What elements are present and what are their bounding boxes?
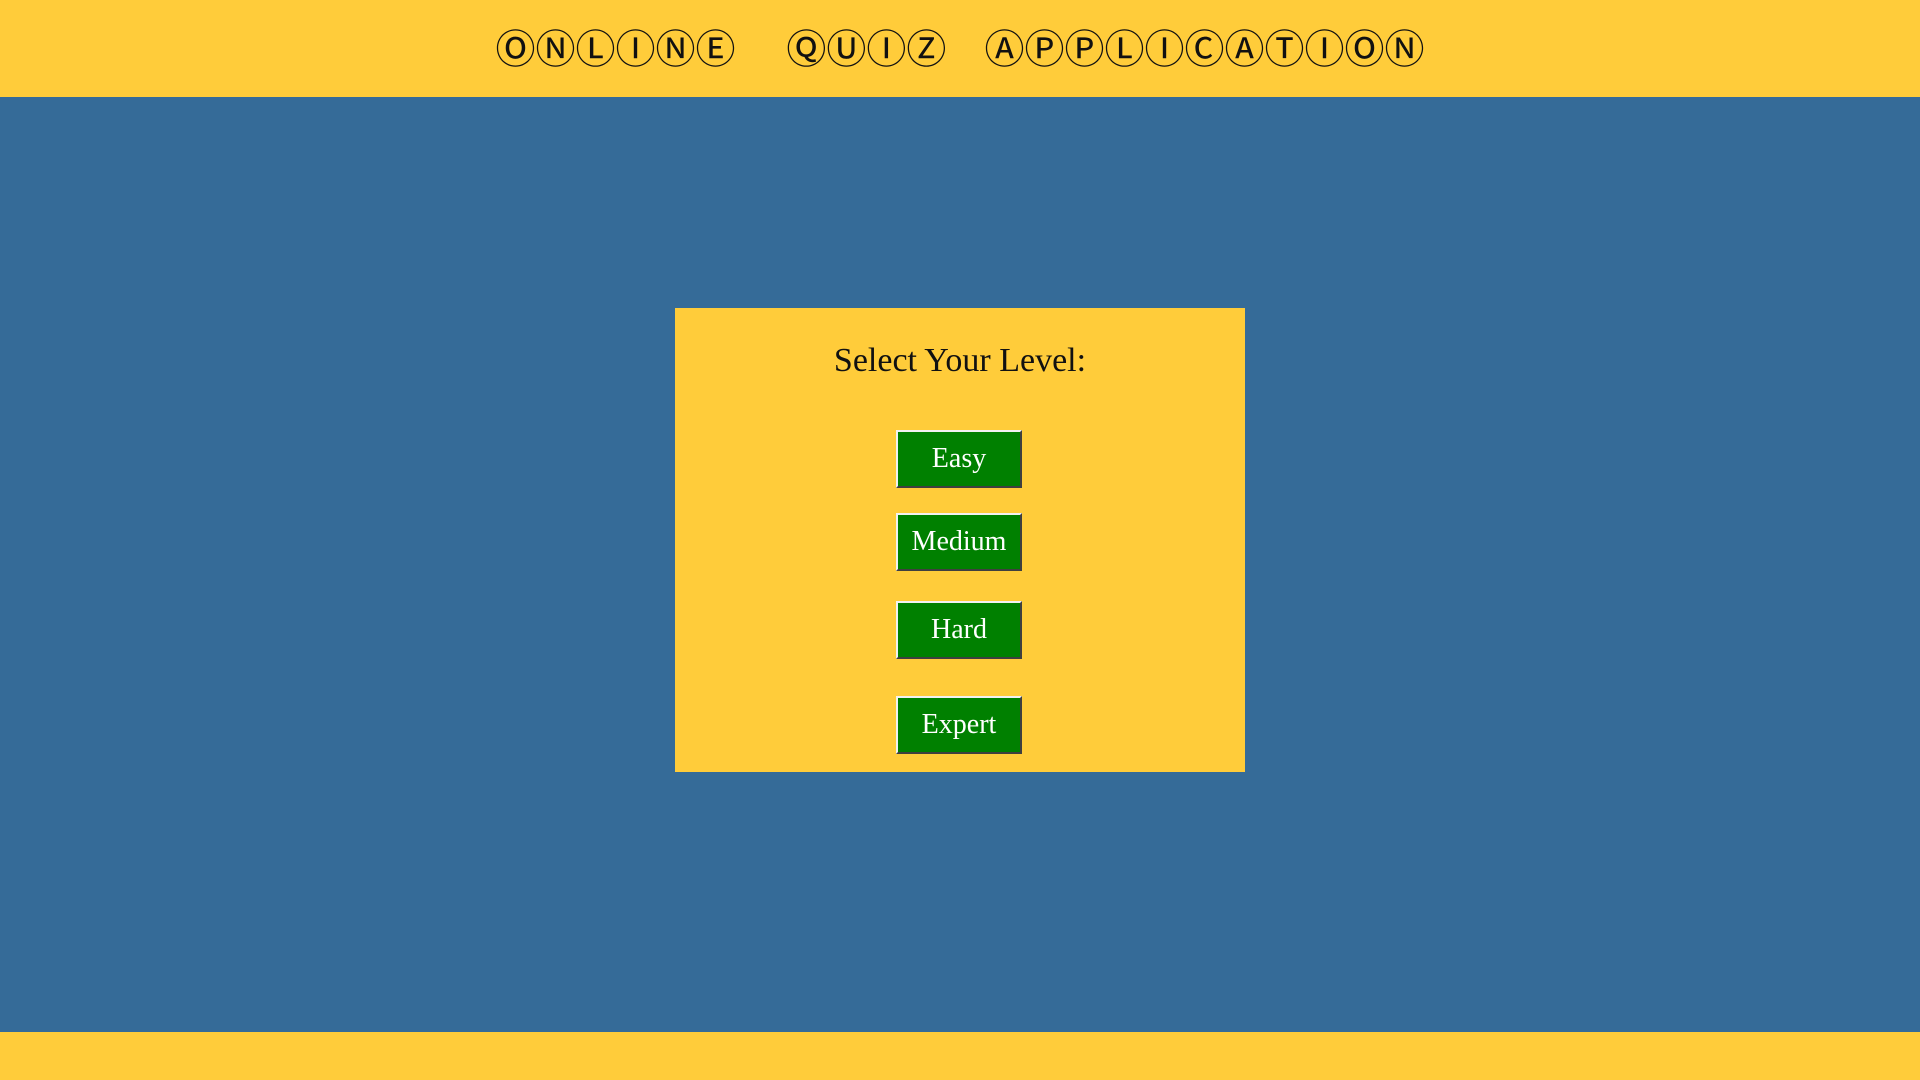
level-prompt: Select Your Level: [833,342,1087,379]
level-selection-panel: Select Your Level: Easy Medium Hard Expe… [675,308,1245,772]
hard-level-button[interactable]: Hard [896,601,1022,659]
easy-level-button[interactable]: Easy [896,430,1022,488]
app-title: ⓄⓃⓁⒾⓃⒺ ⓆⓊⒾⓏ ⒶⓅⓅⓁⒾⒸⒶⓉⒾⓄⓃ [495,26,1425,73]
app-footer [0,1032,1920,1080]
expert-level-button[interactable]: Expert [896,696,1022,754]
medium-level-button[interactable]: Medium [896,513,1022,571]
app-header: ⓄⓃⓁⒾⓃⒺ ⓆⓊⒾⓏ ⒶⓅⓅⓁⒾⒸⒶⓉⒾⓄⓃ [0,0,1920,97]
